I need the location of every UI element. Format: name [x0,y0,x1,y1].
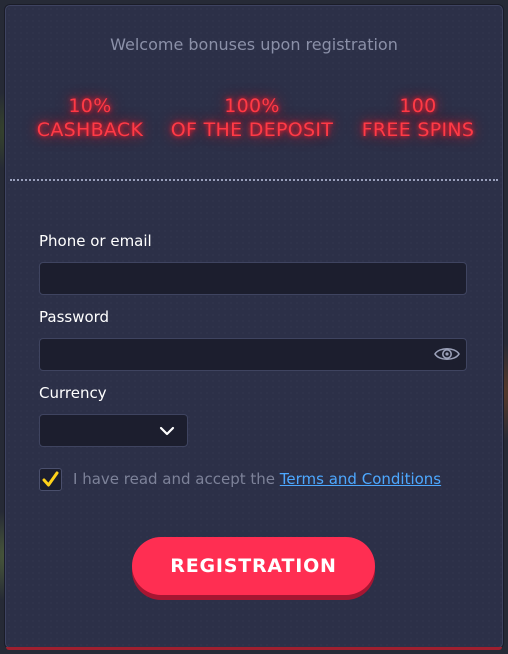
bonus-free-spins: 100 FREE SPINS [354,94,482,142]
terms-link[interactable]: Terms and Conditions [280,470,441,488]
password-label: Password [39,308,110,326]
eye-icon[interactable] [434,345,460,363]
bonus-value: 10% [68,95,112,117]
bonus-label: OF THE DEPOSIT [170,119,334,141]
bonus-value: 100% [224,95,280,117]
phone-email-input[interactable] [39,262,467,295]
checkmark-icon [42,471,59,487]
terms-checkbox[interactable] [39,468,62,491]
welcome-heading: Welcome bonuses upon registration [110,35,398,54]
currency-label: Currency [39,384,107,402]
phone-email-label: Phone or email [39,232,152,250]
bonus-label: FREE SPINS [361,119,475,141]
bonus-deposit: 100% OF THE DEPOSIT [164,94,340,142]
chevron-down-icon [159,426,175,436]
terms-prefix: I have read and accept the [73,470,276,488]
password-input[interactable] [39,338,467,371]
bonus-cashback: 10% CASHBACK [30,94,150,142]
currency-select[interactable] [39,414,188,447]
registration-modal: Welcome bonuses upon registration 10% CA… [5,5,503,650]
registration-button[interactable]: REGISTRATION [132,537,375,595]
terms-text: I have read and accept the Terms and Con… [73,470,441,488]
bonus-value: 100 [399,95,437,117]
dotted-divider [10,179,498,181]
bonus-label: CASHBACK [36,119,144,141]
